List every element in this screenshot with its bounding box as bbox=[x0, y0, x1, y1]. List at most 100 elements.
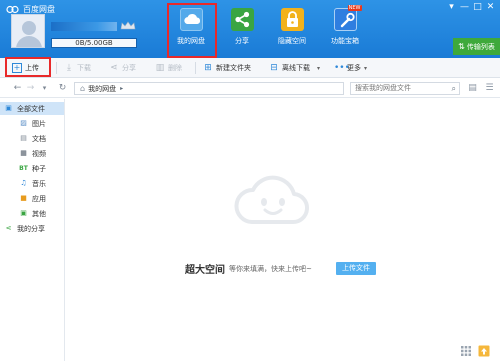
download-button[interactable]: ⤓ 下载 bbox=[64, 62, 91, 74]
trash-icon: ▥ bbox=[155, 63, 165, 73]
breadcrumb-chevron-icon: ▸ bbox=[120, 85, 124, 92]
forward-arrow-icon[interactable]: → bbox=[25, 82, 36, 95]
upload-arrow-icon[interactable] bbox=[478, 345, 490, 357]
empty-state-title: 超大空间 bbox=[185, 265, 225, 276]
sidebar-item-label: 全部文件 bbox=[17, 104, 45, 113]
empty-cloud-icon bbox=[234, 175, 310, 225]
share-button[interactable]: ⋖ 分享 bbox=[109, 62, 136, 74]
app-title: 百度网盘 bbox=[23, 4, 55, 14]
upload-file-button[interactable]: 上传文件 bbox=[336, 262, 376, 275]
list-view-icon[interactable]: ▤ bbox=[467, 83, 478, 94]
sidebar-item-documents[interactable]: ▤ 文档 bbox=[0, 132, 64, 145]
share-icon: ⋖ bbox=[5, 224, 12, 232]
transfer-icon: ⇅ bbox=[458, 42, 465, 51]
app-header: 百度网盘 ▾ — □ ✕ 0B/5.00GB 我的网盘 分享 隐藏空间 NEW … bbox=[0, 0, 500, 58]
avatar[interactable] bbox=[11, 14, 45, 48]
nav-share-label: 分享 bbox=[235, 37, 249, 45]
empty-state-desc: 等你来填满，快来上传吧~ bbox=[229, 264, 312, 273]
sidebar: ▣ 全部文件 ▨ 图片 ▤ 文档 ▦ 视频 BT 种子 ♫ 音乐 ■ 应用 ▣ … bbox=[0, 99, 65, 361]
menu-dropdown-icon[interactable]: ▾ bbox=[445, 2, 458, 13]
share-label: 分享 bbox=[122, 64, 136, 72]
sidebar-item-music[interactable]: ♫ 音乐 bbox=[0, 177, 64, 190]
sidebar-item-other[interactable]: ▣ 其他 bbox=[0, 207, 64, 220]
search-icon[interactable]: ⌕ bbox=[452, 83, 456, 94]
sidebar-item-label: 我的分享 bbox=[17, 224, 45, 233]
transfer-list-label: 传输列表 bbox=[466, 42, 495, 51]
avatar-head-shape bbox=[22, 21, 36, 35]
baidu-netdisk-logo-icon bbox=[6, 5, 19, 13]
back-arrow-icon[interactable]: ← bbox=[12, 82, 23, 95]
new-folder-icon: ⊞ bbox=[204, 63, 212, 73]
history-dropdown-icon[interactable]: ▾ bbox=[39, 82, 50, 95]
sidebar-item-label: 文档 bbox=[32, 134, 46, 143]
more-button[interactable]: ••• 更多 ▾ bbox=[334, 62, 367, 74]
lock-icon bbox=[280, 8, 304, 31]
close-icon[interactable]: ✕ bbox=[484, 2, 497, 13]
nav-toolbox[interactable]: NEW 功能宝箱 bbox=[325, 5, 365, 54]
transfer-list-button[interactable]: ⇅ 传输列表 bbox=[453, 38, 500, 55]
empty-state-message: 超大空间 等你来填满，快来上传吧~ bbox=[185, 262, 312, 277]
music-icon: ♫ bbox=[20, 179, 27, 187]
sidebar-item-all-files[interactable]: ▣ 全部文件 bbox=[0, 102, 64, 115]
delete-label: 删除 bbox=[168, 64, 182, 72]
chevron-down-icon: ▾ bbox=[317, 64, 321, 72]
nav-share[interactable]: 分享 bbox=[222, 6, 262, 54]
app-grid-icon[interactable] bbox=[460, 345, 472, 357]
share-icon bbox=[230, 8, 254, 31]
offline-download-icon: ⊟ bbox=[270, 63, 278, 73]
nav-private-space-label: 隐藏空间 bbox=[278, 37, 306, 45]
storage-quota-bar: 0B/5.00GB bbox=[51, 38, 137, 48]
sidebar-item-apps[interactable]: ■ 应用 bbox=[0, 192, 64, 205]
new-folder-button[interactable]: ⊞ 新建文件夹 bbox=[203, 62, 251, 74]
offline-download-label: 离线下载 bbox=[282, 64, 310, 72]
new-badge: NEW bbox=[347, 5, 362, 11]
refresh-icon[interactable]: ↻ bbox=[57, 82, 68, 95]
video-icon: ▦ bbox=[20, 149, 27, 157]
download-label: 下载 bbox=[77, 64, 91, 72]
grid-view-icon[interactable]: ☰ bbox=[484, 83, 495, 94]
document-icon: ▤ bbox=[20, 134, 27, 142]
download-icon: ⤓ bbox=[67, 63, 71, 73]
other-icon: ▣ bbox=[20, 209, 27, 217]
toolbox-icon: NEW bbox=[333, 5, 362, 31]
user-name-redacted bbox=[51, 22, 117, 31]
sidebar-item-label: 其他 bbox=[32, 209, 46, 218]
app-icon: ■ bbox=[20, 194, 27, 202]
sidebar-item-torrents[interactable]: BT 种子 bbox=[0, 162, 64, 175]
search-placeholder: 搜索我的网盘文件 bbox=[355, 84, 411, 92]
toolbar-divider bbox=[56, 62, 57, 74]
highlight-box-my-disk bbox=[167, 3, 217, 58]
offline-download-button[interactable]: ⊟ 离线下载 ▾ bbox=[269, 62, 320, 74]
delete-button[interactable]: ▥ 删除 bbox=[155, 62, 182, 74]
breadcrumb-item[interactable]: 我的网盘 bbox=[88, 84, 116, 94]
torrent-icon: BT bbox=[19, 165, 28, 172]
avatar-body-shape bbox=[16, 36, 42, 47]
more-label: 更多 bbox=[347, 64, 361, 72]
nav-private-space[interactable]: 隐藏空间 bbox=[272, 6, 312, 54]
highlight-box-upload bbox=[5, 57, 51, 77]
breadcrumb[interactable]: ⌂ 我的网盘 ▸ bbox=[74, 82, 344, 95]
sidebar-item-label: 视频 bbox=[32, 149, 46, 158]
sidebar-item-videos[interactable]: ▦ 视频 bbox=[0, 147, 64, 160]
storage-quota-text: 0B/5.00GB bbox=[75, 39, 113, 47]
folder-icon: ▣ bbox=[5, 104, 12, 112]
sidebar-item-label: 图片 bbox=[32, 119, 46, 128]
sidebar-item-label: 音乐 bbox=[32, 179, 46, 188]
more-dots-icon: ••• bbox=[334, 63, 350, 73]
share-small-icon: ⋖ bbox=[110, 63, 118, 73]
chevron-down-icon: ▾ bbox=[364, 64, 368, 72]
toolbar: + 上传 ⤓ 下载 ⋖ 分享 ▥ 删除 ⊞ 新建文件夹 ⊟ 离线下载 ▾ •••… bbox=[0, 58, 500, 78]
window-controls: ▾ — □ ✕ bbox=[445, 2, 497, 13]
sidebar-item-label: 种子 bbox=[32, 164, 46, 173]
sidebar-item-images[interactable]: ▨ 图片 bbox=[0, 117, 64, 130]
new-folder-label: 新建文件夹 bbox=[216, 64, 251, 72]
maximize-icon[interactable]: □ bbox=[471, 2, 484, 13]
sidebar-item-my-shares[interactable]: ⋖ 我的分享 bbox=[0, 222, 64, 235]
address-row: ← → ▾ ↻ ⌂ 我的网盘 ▸ 搜索我的网盘文件 ⌕ ▤ ☰ bbox=[0, 79, 500, 98]
home-icon: ⌂ bbox=[80, 84, 86, 93]
nav-toolbox-label: 功能宝箱 bbox=[331, 37, 359, 45]
image-icon: ▨ bbox=[20, 119, 27, 127]
vip-crown-icon[interactable] bbox=[119, 21, 137, 31]
search-input[interactable]: 搜索我的网盘文件 ⌕ bbox=[350, 82, 460, 95]
minimize-icon[interactable]: — bbox=[458, 2, 471, 13]
